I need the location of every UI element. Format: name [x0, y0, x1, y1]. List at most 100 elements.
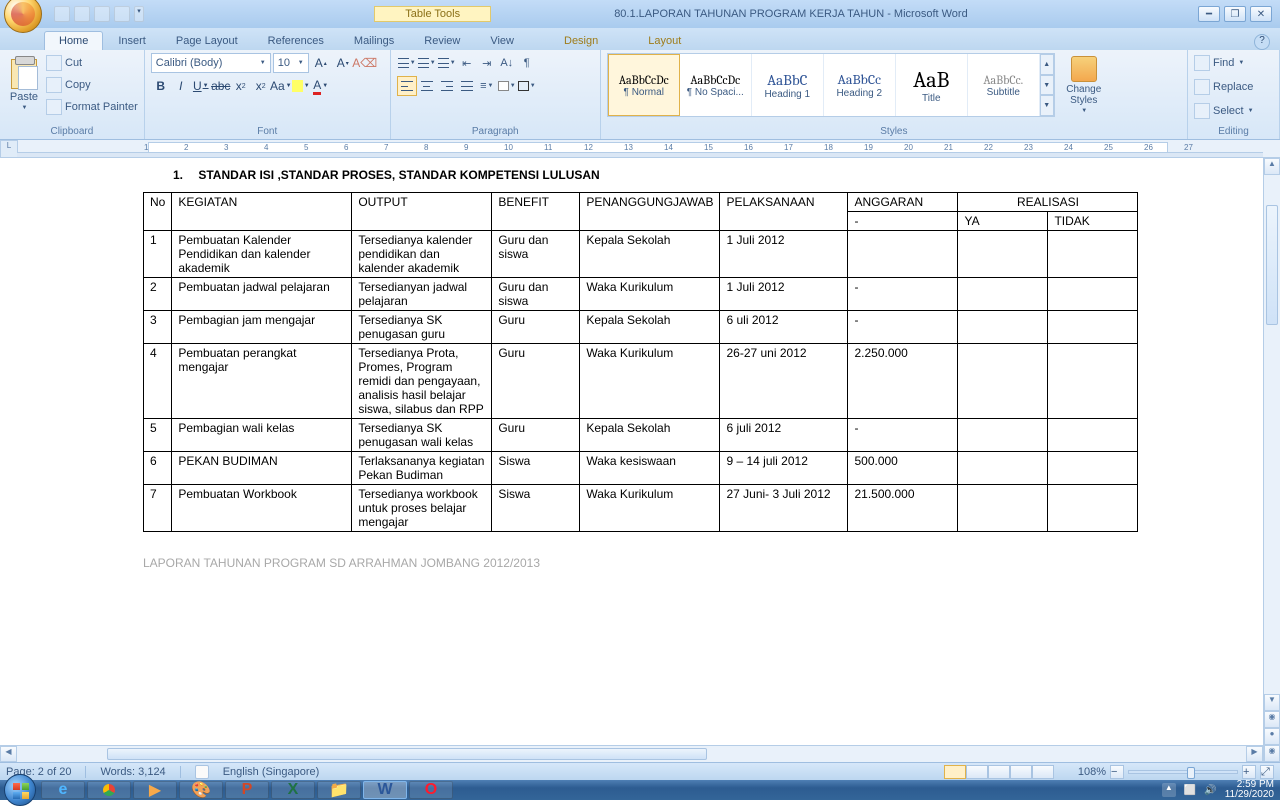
font-color-button[interactable]: A▼ [311, 76, 331, 96]
subscript-button[interactable]: x2 [231, 76, 251, 96]
scroll-up-button[interactable]: ▲ [1264, 158, 1280, 175]
tab-view[interactable]: View [475, 31, 529, 50]
minimize-button[interactable]: ━ [1198, 6, 1220, 22]
tab-layout[interactable]: Layout [633, 31, 696, 50]
status-language[interactable]: English (Singapore) [223, 766, 320, 778]
table-row[interactable]: 3Pembagian jam mengajarTersedianya SK pe… [144, 311, 1138, 344]
style-item[interactable]: AaBbCcDc¶ Normal [608, 54, 680, 116]
show-marks-button[interactable]: ¶ [517, 53, 537, 73]
table-row[interactable]: 6PEKAN BUDIMANTerlaksananya kegiatan Pek… [144, 452, 1138, 485]
tab-references[interactable]: References [253, 31, 339, 50]
replace-button[interactable]: Replace [1194, 77, 1253, 97]
superscript-button[interactable]: x2 [251, 76, 271, 96]
taskbar-chrome[interactable] [87, 781, 131, 799]
copy-button[interactable]: Copy [46, 75, 138, 95]
select-button[interactable]: Select▼ [1194, 101, 1254, 121]
close-button[interactable]: ✕ [1250, 6, 1272, 22]
print-icon[interactable] [114, 6, 130, 22]
browse-object-button[interactable]: ● [1264, 728, 1280, 745]
tab-design[interactable]: Design [549, 31, 613, 50]
web-layout-view[interactable] [988, 765, 1010, 779]
draft-view[interactable] [1032, 765, 1054, 779]
grow-font-button[interactable]: A▴ [311, 53, 331, 73]
paste-button[interactable]: Paste ▼ [6, 53, 42, 117]
style-item[interactable]: AaBbCcDc¶ No Spaci... [680, 54, 752, 116]
align-right-button[interactable] [437, 76, 457, 96]
style-item[interactable]: AaBbCcHeading 2 [824, 54, 896, 116]
taskbar-explorer[interactable]: 📁 [317, 781, 361, 799]
numbering-button[interactable]: ▼ [417, 53, 437, 73]
change-styles-button[interactable]: Change Styles ▼ [1059, 53, 1109, 117]
zoom-level[interactable]: 108% [1078, 766, 1106, 778]
zoom-out-button[interactable]: − [1110, 765, 1124, 779]
taskbar-opera[interactable]: O [409, 781, 453, 799]
bold-button[interactable]: B [151, 76, 171, 96]
zoom-slider[interactable] [1128, 770, 1238, 774]
strike-button[interactable]: abc [211, 76, 231, 96]
scroll-left-button[interactable]: ◀ [0, 746, 17, 762]
table-row[interactable]: 7Pembuatan WorkbookTersedianya workbook … [144, 485, 1138, 532]
print-layout-view[interactable] [944, 765, 966, 779]
cut-button[interactable]: Cut [46, 53, 138, 73]
taskbar-ppt[interactable]: P [225, 781, 269, 799]
data-table[interactable]: NoKEGIATANOUTPUTBENEFITPENANGGUNGJAWABPE… [143, 192, 1138, 532]
horizontal-scrollbar[interactable]: ◀ ▶ [0, 745, 1263, 762]
scroll-right-button[interactable]: ▶ [1246, 746, 1263, 762]
indent-button[interactable]: ⇥ [477, 53, 497, 73]
bullets-button[interactable]: ▼ [397, 53, 417, 73]
gallery-up[interactable]: ▲ [1040, 54, 1054, 75]
taskbar-word[interactable]: W [363, 781, 407, 799]
underline-button[interactable]: U▼ [191, 76, 211, 96]
align-left-button[interactable] [397, 76, 417, 96]
tray-expand-icon[interactable]: ▲ [1162, 783, 1176, 797]
zoom-in-button[interactable]: + [1242, 765, 1256, 779]
table-row[interactable]: 1Pembuatan Kalender Pendidikan dan kalen… [144, 231, 1138, 278]
italic-button[interactable]: I [171, 76, 191, 96]
undo-icon[interactable] [74, 6, 90, 22]
table-row[interactable]: 4Pembuatan perangkat mengajarTersedianya… [144, 344, 1138, 419]
line-spacing-button[interactable]: ≡▼ [477, 76, 497, 96]
zoom-fit-button[interactable]: ⤢ [1260, 765, 1274, 779]
network-icon[interactable]: ⬜ [1184, 785, 1196, 796]
align-center-button[interactable] [417, 76, 437, 96]
sort-button[interactable]: A↓ [497, 53, 517, 73]
highlight-button[interactable]: ▼ [291, 76, 311, 96]
status-words[interactable]: Words: 3,124 [100, 766, 165, 778]
redo-icon[interactable] [94, 6, 110, 22]
gallery-down[interactable]: ▼ [1040, 75, 1054, 96]
shading-button[interactable]: ▼ [497, 76, 517, 96]
style-item[interactable]: AaBbCc.Subtitle [968, 54, 1040, 116]
style-item[interactable]: AaBbCHeading 1 [752, 54, 824, 116]
tray-clock[interactable]: 2:59 PM 11/29/2020 [1225, 780, 1274, 800]
multilevel-button[interactable]: ▼ [437, 53, 457, 73]
borders-button[interactable]: ▼ [517, 76, 537, 96]
next-page-button[interactable]: ◉ [1264, 745, 1280, 762]
vertical-scrollbar[interactable]: ▲ ▼ ◉ ● ◉ [1263, 158, 1280, 762]
tab-review[interactable]: Review [409, 31, 475, 50]
change-case-button[interactable]: Aa▼ [271, 76, 291, 96]
outline-view[interactable] [1010, 765, 1032, 779]
taskbar-paint[interactable]: 🎨 [179, 781, 223, 799]
document-page[interactable]: 1. STANDAR ISI ,STANDAR PROSES, STANDAR … [18, 158, 1262, 744]
full-screen-view[interactable] [966, 765, 988, 779]
volume-icon[interactable]: 🔊 [1204, 785, 1216, 796]
format-painter-button[interactable]: Format Painter [46, 97, 138, 117]
find-button[interactable]: Find▼ [1194, 53, 1244, 73]
taskbar-excel[interactable]: X [271, 781, 315, 799]
tab-page-layout[interactable]: Page Layout [161, 31, 253, 50]
taskbar-ie[interactable]: e [41, 781, 85, 799]
proofing-icon[interactable] [195, 765, 209, 779]
help-icon[interactable]: ? [1254, 34, 1270, 50]
font-name-combo[interactable]: Calibri (Body)▼ [151, 53, 271, 73]
qat-more-icon[interactable]: ▾ [134, 6, 144, 22]
taskbar-wmp[interactable]: ▶ [133, 781, 177, 799]
scroll-down-button[interactable]: ▼ [1264, 694, 1280, 711]
table-row[interactable]: 5Pembagian wali kelasTersedianya SK penu… [144, 419, 1138, 452]
tab-mailings[interactable]: Mailings [339, 31, 409, 50]
maximize-button[interactable]: ❐ [1224, 6, 1246, 22]
gallery-more[interactable]: ▼ [1040, 95, 1054, 116]
save-icon[interactable] [54, 6, 70, 22]
prev-page-button[interactable]: ◉ [1264, 711, 1280, 728]
ruler-corner[interactable]: L [0, 140, 18, 158]
style-item[interactable]: AaBTitle [896, 54, 968, 116]
